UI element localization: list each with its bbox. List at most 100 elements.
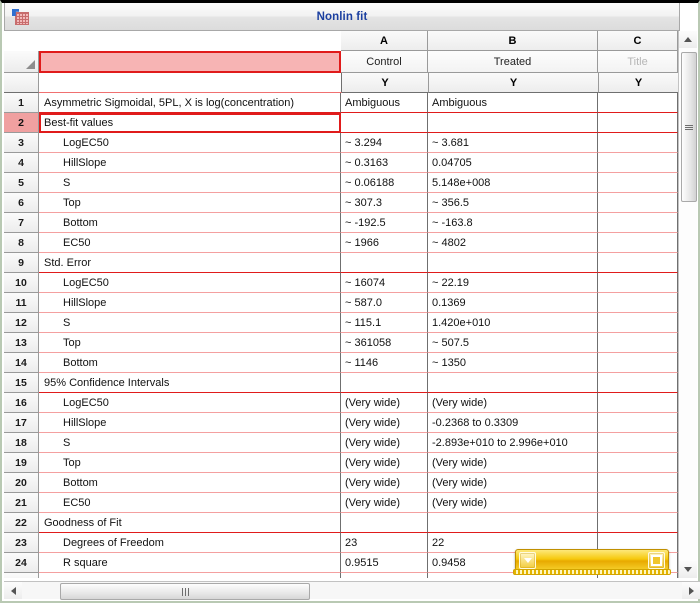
row-label-cell[interactable]: Degrees of Freedom: [39, 533, 341, 553]
vertical-scrollbar[interactable]: [678, 31, 697, 578]
cell-column-b[interactable]: ~ 507.5: [428, 333, 598, 353]
table-row[interactable]: 17 HillSlope (Very wide) -0.2368 to 0.3309: [4, 413, 680, 433]
row-label-cell[interactable]: LogEC50: [39, 133, 341, 153]
column-letter-c[interactable]: C: [598, 31, 678, 51]
table-row[interactable]: 19 Top (Very wide) (Very wide): [4, 453, 680, 473]
cell-column-c[interactable]: [598, 233, 678, 253]
cell-column-b[interactable]: ~ 4802: [428, 233, 598, 253]
cell-column-a[interactable]: ~ 1966: [341, 233, 428, 253]
scroll-right-button[interactable]: [682, 582, 700, 599]
cell-column-a[interactable]: ~ 0.3163: [341, 153, 428, 173]
table-row[interactable]: 1 Asymmetric Sigmoidal, 5PL, X is log(con…: [4, 93, 680, 113]
table-row[interactable]: 8 EC50 ~ 1966 ~ 4802: [4, 233, 680, 253]
cell-column-b[interactable]: (Very wide): [428, 453, 598, 473]
row-label-cell[interactable]: Top: [39, 333, 341, 353]
cell-column-a[interactable]: [341, 253, 428, 273]
cell-column-a[interactable]: ~ -192.5: [341, 213, 428, 233]
cell-column-a[interactable]: (Very wide): [341, 393, 428, 413]
cell-column-c[interactable]: [598, 313, 678, 333]
cell-column-b[interactable]: [428, 513, 598, 533]
horizontal-scrollbar[interactable]: [4, 581, 700, 600]
row-label-cell[interactable]: HillSlope: [39, 153, 341, 173]
scroll-up-button[interactable]: [679, 31, 697, 48]
cell-column-c[interactable]: [598, 453, 678, 473]
table-row[interactable]: 4 HillSlope ~ 0.3163 0.04705: [4, 153, 680, 173]
row-header[interactable]: 20: [4, 473, 39, 493]
cell-column-c[interactable]: [598, 93, 678, 113]
cell-column-c[interactable]: [598, 293, 678, 313]
cell-column-a[interactable]: (Very wide): [341, 473, 428, 493]
cell-column-b[interactable]: (Very wide): [428, 473, 598, 493]
floating-format-toolbar[interactable]: [513, 549, 671, 575]
row-header[interactable]: 12: [4, 313, 39, 333]
cell-column-b[interactable]: [428, 373, 598, 393]
cell-column-a[interactable]: [341, 513, 428, 533]
row-header[interactable]: 19: [4, 453, 39, 473]
row-label-cell[interactable]: R square: [39, 553, 341, 573]
table-row[interactable]: 9 Std. Error: [4, 253, 680, 273]
cell-column-a[interactable]: ~ 1146: [341, 353, 428, 373]
row-header[interactable]: 18: [4, 433, 39, 453]
row-label-cell[interactable]: S: [39, 173, 341, 193]
table-row[interactable]: 10 LogEC50 ~ 16074 ~ 22.19: [4, 273, 680, 293]
restore-window-button[interactable]: [648, 551, 665, 569]
row-label-cell[interactable]: S: [39, 313, 341, 333]
cell-column-a[interactable]: (Very wide): [341, 413, 428, 433]
row-header[interactable]: 10: [4, 273, 39, 293]
cell-column-b[interactable]: Ambiguous: [428, 93, 598, 113]
table-row[interactable]: 12 S ~ 115.1 1.420e+010: [4, 313, 680, 333]
cell-column-a[interactable]: [341, 113, 428, 133]
scroll-left-button[interactable]: [4, 582, 22, 599]
row-label-cell[interactable]: HillSlope: [39, 293, 341, 313]
column-title-a[interactable]: Control: [341, 51, 428, 73]
table-row[interactable]: 3 LogEC50 ~ 3.294 ~ 3.681: [4, 133, 680, 153]
row-header[interactable]: 24: [4, 553, 39, 573]
cell-column-a[interactable]: [341, 373, 428, 393]
horizontal-scroll-thumb[interactable]: [60, 583, 310, 600]
table-row[interactable]: 11 HillSlope ~ 587.0 0.1369: [4, 293, 680, 313]
cell-column-c[interactable]: [598, 493, 678, 513]
row-header[interactable]: 9: [4, 253, 39, 273]
cell-column-c[interactable]: [598, 393, 678, 413]
scroll-down-button[interactable]: [679, 561, 697, 578]
row-header[interactable]: 7: [4, 213, 39, 233]
row-header[interactable]: 21: [4, 493, 39, 513]
cell-column-c[interactable]: [598, 373, 678, 393]
cell-column-c[interactable]: [598, 253, 678, 273]
cell-column-b[interactable]: 0.04705: [428, 153, 598, 173]
row-label-cell[interactable]: Goodness of Fit: [39, 513, 341, 533]
table-row[interactable]: 22 Goodness of Fit: [4, 513, 680, 533]
cell-column-a[interactable]: ~ 0.06188: [341, 173, 428, 193]
vertical-scroll-thumb[interactable]: [681, 52, 697, 202]
cell-column-b[interactable]: 5.148e+008: [428, 173, 598, 193]
row-label-cell[interactable]: LogEC50: [39, 273, 341, 293]
row-header[interactable]: 6: [4, 193, 39, 213]
cell-column-c[interactable]: [598, 473, 678, 493]
select-all-corner[interactable]: [4, 51, 39, 73]
cell-column-a[interactable]: ~ 307.3: [341, 193, 428, 213]
column-title-b[interactable]: Treated: [428, 51, 598, 73]
row-header[interactable]: 17: [4, 413, 39, 433]
cell-column-a[interactable]: ~ 587.0: [341, 293, 428, 313]
cell-column-c[interactable]: [598, 413, 678, 433]
cell-column-c[interactable]: [598, 333, 678, 353]
table-row[interactable]: 5 S ~ 0.06188 5.148e+008: [4, 173, 680, 193]
table-row[interactable]: 7 Bottom ~ -192.5 ~ -163.8: [4, 213, 680, 233]
cell-column-c[interactable]: [598, 433, 678, 453]
cell-column-c[interactable]: [598, 133, 678, 153]
cell-column-b[interactable]: ~ 3.681: [428, 133, 598, 153]
cell-column-b[interactable]: [428, 113, 598, 133]
cell-column-c[interactable]: [598, 113, 678, 133]
cell-column-a[interactable]: ~ 3.294: [341, 133, 428, 153]
row-label-cell[interactable]: Best-fit values: [39, 113, 341, 133]
row-header[interactable]: 14: [4, 353, 39, 373]
dropdown-button[interactable]: [519, 551, 536, 569]
row-header[interactable]: 5: [4, 173, 39, 193]
column-letter-b[interactable]: B: [428, 31, 598, 51]
row-label-cell[interactable]: HillSlope: [39, 413, 341, 433]
cell-column-b[interactable]: -2.893e+010 to 2.996e+010: [428, 433, 598, 453]
table-row[interactable]: 2 Best-fit values: [4, 113, 680, 133]
column-letter-a[interactable]: A: [341, 31, 428, 51]
row-label-cell[interactable]: Asymmetric Sigmoidal, 5PL, X is log(conc…: [39, 93, 341, 113]
row-header[interactable]: 8: [4, 233, 39, 253]
